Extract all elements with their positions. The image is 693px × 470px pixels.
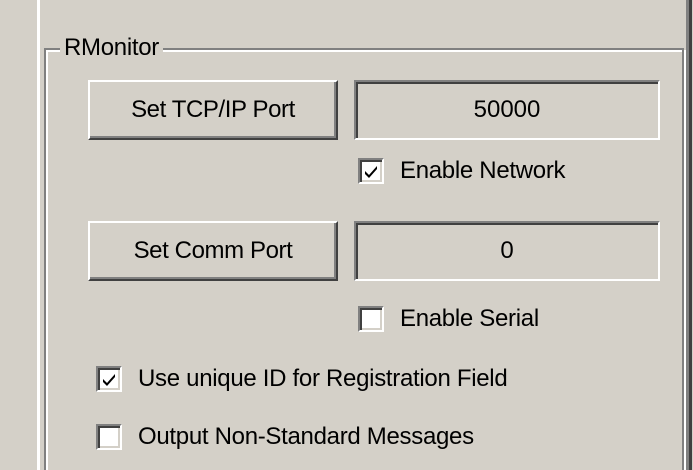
tcpip-port-field[interactable]: 50000 (354, 80, 660, 140)
non-standard-row[interactable]: Output Non-Standard Messages (96, 421, 474, 453)
enable-network-label: Enable Network (400, 157, 566, 184)
set-comm-port-button[interactable]: Set Comm Port (88, 221, 338, 281)
unique-id-checkbox[interactable] (96, 366, 122, 392)
settings-panel: RMonitor Set TCP/IP Port 50000 Enable Ne… (0, 0, 693, 470)
comm-port-field[interactable]: 0 (354, 221, 660, 281)
set-tcpip-port-button[interactable]: Set TCP/IP Port (88, 80, 338, 140)
check-icon (103, 374, 115, 386)
check-icon (365, 166, 377, 178)
enable-network-row[interactable]: Enable Network (358, 155, 566, 187)
unique-id-label: Use unique ID for Registration Field (138, 365, 508, 392)
non-standard-label: Output Non-Standard Messages (138, 423, 474, 450)
enable-serial-row[interactable]: Enable Serial (358, 303, 539, 335)
unique-id-row[interactable]: Use unique ID for Registration Field (96, 363, 508, 395)
enable-network-checkbox[interactable] (358, 158, 384, 184)
rmonitor-group-title: RMonitor (60, 33, 163, 63)
non-standard-checkbox[interactable] (96, 424, 122, 450)
enable-serial-label: Enable Serial (400, 305, 539, 332)
enable-serial-checkbox[interactable] (358, 306, 384, 332)
